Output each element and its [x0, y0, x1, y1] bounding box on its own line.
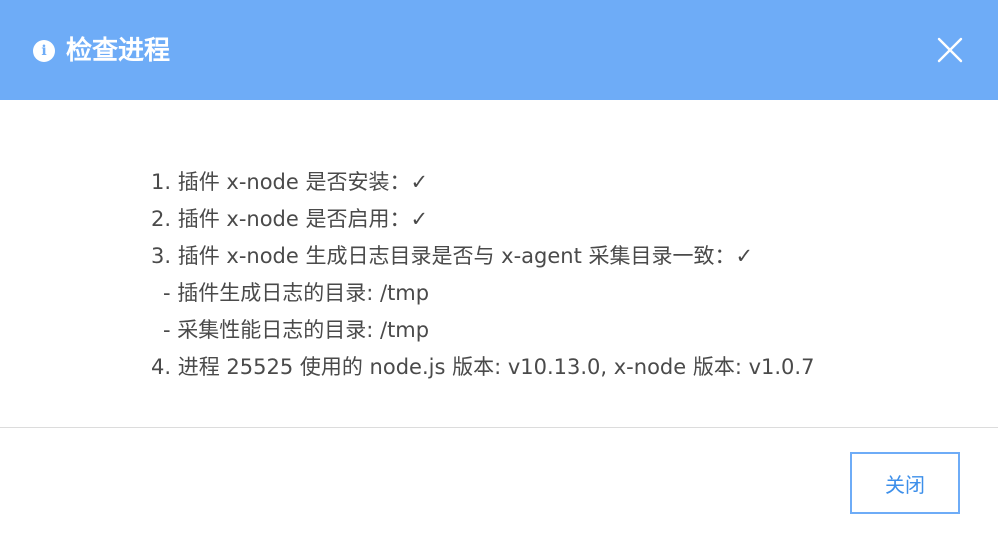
check-process-dialog: i 检查进程 1. 插件 x-node 是否安装：✓ 2. 插件 x-node … — [0, 0, 998, 538]
check-line-plugin-enabled: 2. 插件 x-node 是否启用：✓ — [151, 207, 429, 231]
dialog-body: 1. 插件 x-node 是否安装：✓ 2. 插件 x-node 是否启用：✓ … — [0, 100, 998, 427]
check-line-log-dir-match: 3. 插件 x-node 生成日志目录是否与 x-agent 采集目录一致：✓ — [151, 244, 754, 268]
close-x-glyph — [937, 37, 963, 63]
info-icon: i — [33, 40, 55, 62]
check-line-plugin-installed: 1. 插件 x-node 是否安装：✓ — [151, 170, 429, 194]
check-line-plugin-log-dir: - 插件生成日志的目录: /tmp — [163, 281, 430, 305]
check-result-list: 1. 插件 x-node 是否安装：✓ 2. 插件 x-node 是否启用：✓ … — [151, 164, 814, 386]
dialog-header: i 检查进程 — [0, 0, 998, 100]
close-icon[interactable] — [936, 36, 964, 64]
dialog-title: 检查进程 — [66, 36, 171, 66]
check-line-agent-log-dir: - 采集性能日志的目录: /tmp — [163, 318, 430, 342]
close-button[interactable]: 关闭 — [850, 452, 960, 514]
dialog-footer: 关闭 — [0, 428, 998, 538]
check-line-versions: 4. 进程 25525 使用的 node.js 版本: v10.13.0, x-… — [151, 355, 815, 379]
